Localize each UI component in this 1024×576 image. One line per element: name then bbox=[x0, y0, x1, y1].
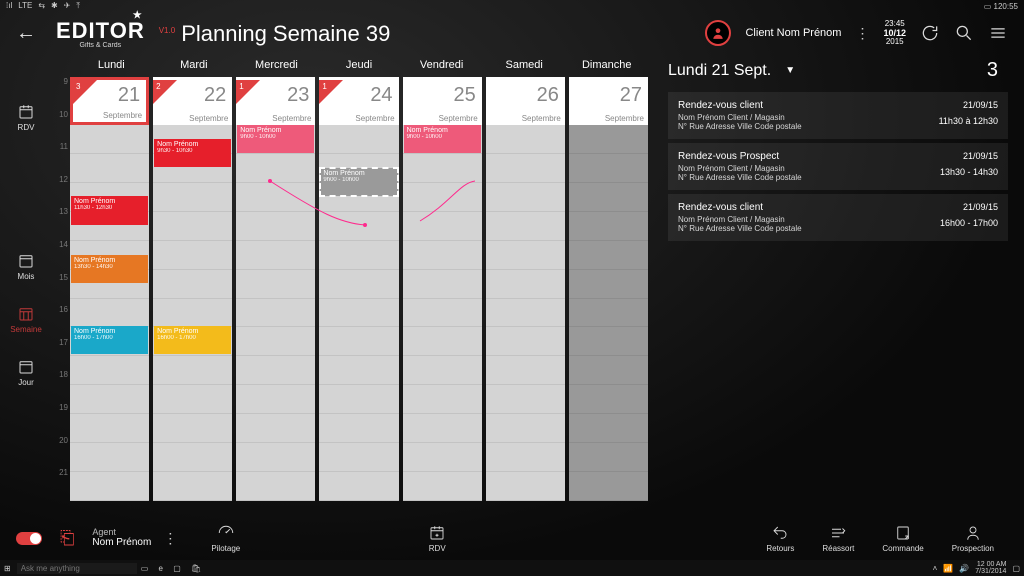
day-header: Jeudi bbox=[318, 53, 401, 77]
client-avatar[interactable] bbox=[705, 20, 731, 46]
tray-up-icon[interactable]: ˄ bbox=[933, 564, 938, 573]
day-columns: 321Septembre Nom Prénom11h30 - 12h30 Nom P… bbox=[70, 77, 648, 501]
start-button[interactable]: ⊞ bbox=[4, 564, 11, 573]
day-header-cell[interactable]: 321Septembre bbox=[70, 77, 149, 125]
day-header: Dimanche bbox=[565, 53, 648, 77]
appointment-item[interactable]: Rendez-vous clientNom Prénom Client / Ma… bbox=[668, 92, 1008, 139]
client-name[interactable]: Client Nom Prénom bbox=[745, 27, 841, 39]
calendar-event[interactable]: Nom Prénom11h30 - 12h30 bbox=[71, 196, 148, 224]
appointment-item[interactable]: Rendez-vous clientNom Prénom Client / Ma… bbox=[668, 194, 1008, 241]
day-column[interactable]: 222Septembre Nom Prénom9h30 - 10h30 Nom Pr… bbox=[153, 77, 232, 501]
task-view-icon[interactable]: ▭ bbox=[141, 564, 149, 573]
chevron-down-icon: ▼ bbox=[785, 65, 795, 76]
calendar-event[interactable]: Nom Prénom9h00 - 10h00 bbox=[320, 168, 397, 196]
hamburger-icon[interactable] bbox=[988, 23, 1008, 43]
client-menu[interactable]: ⋮ bbox=[855, 25, 869, 42]
day-header: Lundi bbox=[70, 53, 153, 77]
tray-volume-icon[interactable]: 🔊 bbox=[959, 564, 969, 573]
bookmark-icon[interactable]: ⎗ bbox=[60, 528, 74, 549]
day-header: Mercredi bbox=[235, 53, 318, 77]
search-icon[interactable] bbox=[954, 23, 974, 43]
day-column[interactable]: 25SeptembreNom Prénom9h00 - 10h00 bbox=[403, 77, 482, 501]
day-column[interactable]: 124Septembre Nom Prénom9h00 - 10h00 bbox=[319, 77, 398, 501]
back-button[interactable]: ← bbox=[16, 22, 36, 45]
tray-network-icon[interactable]: 📶 bbox=[943, 564, 953, 573]
calendar-event[interactable]: Nom Prénom16h00 - 17h00 bbox=[154, 326, 231, 354]
day-header-cell[interactable]: 123Septembre bbox=[236, 77, 315, 125]
calendar-event[interactable]: Nom Prénom13h30 - 14h30 bbox=[71, 255, 148, 283]
sidebar-semaine[interactable]: Semaine bbox=[10, 305, 42, 334]
panel-date-picker[interactable]: Lundi 21 Sept.▼ bbox=[668, 62, 795, 80]
logo: EDITOR★ Gifts & Cards bbox=[56, 18, 145, 49]
windows-taskbar: ⊞ ▭ e ▢ 🛍 ˄ 📶 🔊 12 00 AM7/31/2014 ▢ bbox=[0, 560, 1024, 576]
day-column[interactable]: 123SeptembreNom Prénom9h00 - 10h00 bbox=[236, 77, 315, 501]
panel-count: 3 bbox=[987, 59, 998, 82]
footer-toggle[interactable] bbox=[16, 532, 42, 545]
calendar-event[interactable]: Nom Prénom16h00 - 17h00 bbox=[71, 326, 148, 354]
taskbar-clock[interactable]: 12 00 AM7/31/2014 bbox=[975, 561, 1006, 575]
calendar: LundiMardiMercrediJeudiVendrediSamediDim… bbox=[52, 53, 656, 501]
app-header: ← EDITOR★ Gifts & Cards V1.0 Planning Se… bbox=[0, 12, 1024, 53]
sidebar-mois[interactable]: Mois bbox=[17, 252, 35, 281]
sidebar: RDV Mois Semaine Jour bbox=[0, 53, 52, 501]
hour-labels: 9101112131415161718192021 bbox=[52, 77, 70, 501]
day-header-cell[interactable]: 26Septembre bbox=[486, 77, 565, 125]
day-header: Samedi bbox=[483, 53, 566, 77]
store-icon[interactable]: 🛍 bbox=[191, 564, 201, 573]
footer-commande[interactable]: Commande bbox=[882, 524, 923, 553]
day-column[interactable]: 26Septembre bbox=[486, 77, 565, 501]
calendar-event[interactable]: Nom Prénom9h00 - 10h00 bbox=[237, 125, 314, 153]
day-header-cell[interactable]: 27Septembre bbox=[569, 77, 648, 125]
footer-rdv[interactable]: RDV bbox=[428, 524, 446, 553]
explorer-icon[interactable]: ▢ bbox=[173, 564, 181, 573]
sidebar-rdv[interactable]: RDV bbox=[17, 103, 35, 132]
refresh-icon[interactable] bbox=[920, 23, 940, 43]
tray-notifications-icon[interactable]: ▢ bbox=[1012, 564, 1020, 573]
footer-prospection[interactable]: Prospection bbox=[952, 524, 994, 553]
day-header: Mardi bbox=[153, 53, 236, 77]
day-header-cell[interactable]: 222Septembre bbox=[153, 77, 232, 125]
cortana-search[interactable] bbox=[17, 563, 137, 574]
footer-pilotage[interactable]: Pilotage bbox=[211, 524, 240, 553]
day-headers: LundiMardiMercrediJeudiVendrediSamediDim… bbox=[52, 53, 648, 77]
device-statusbar: ⁞ılLTE⇆✱✈⤒ ▭ 120:55 bbox=[0, 0, 1024, 12]
header-date: 23:4510/122015 bbox=[883, 20, 906, 47]
day-header-cell[interactable]: 124Septembre bbox=[319, 77, 398, 125]
appointment-item[interactable]: Rendez-vous ProspectNom Prénom Client / … bbox=[668, 143, 1008, 190]
page-title: Planning Semaine 39 bbox=[181, 21, 390, 47]
calendar-event[interactable]: Nom Prénom9h30 - 10h30 bbox=[154, 139, 231, 167]
version-label: V1.0 bbox=[159, 26, 175, 35]
sidebar-jour[interactable]: Jour bbox=[17, 358, 35, 387]
agent-menu[interactable]: ⋮ bbox=[163, 530, 177, 547]
footer-reassort[interactable]: Réassort bbox=[822, 524, 854, 553]
footer: ⎗ Agent Nom Prénom ⋮ Pilotage RDV Retour… bbox=[0, 516, 1024, 560]
calendar-event[interactable]: Nom Prénom9h00 - 10h00 bbox=[404, 125, 481, 153]
day-column[interactable]: 27Septembre bbox=[569, 77, 648, 501]
day-column[interactable]: 321Septembre Nom Prénom11h30 - 12h30 Nom P… bbox=[70, 77, 149, 501]
footer-retours[interactable]: Retours bbox=[766, 524, 794, 553]
agent-block[interactable]: Agent Nom Prénom bbox=[92, 528, 151, 549]
day-header-cell[interactable]: 25Septembre bbox=[403, 77, 482, 125]
detail-panel: Lundi 21 Sept.▼ 3 Rendez-vous clientNom … bbox=[656, 53, 1024, 501]
day-header: Vendredi bbox=[400, 53, 483, 77]
edge-icon[interactable]: e bbox=[159, 564, 163, 573]
